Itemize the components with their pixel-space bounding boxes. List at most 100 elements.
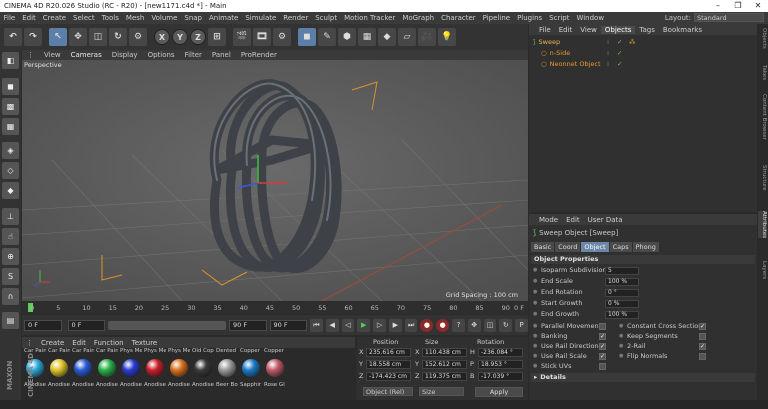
material-swatch[interactable]: Car Pain Anodise bbox=[96, 348, 118, 398]
size-mode-dropdown[interactable]: Size bbox=[419, 387, 464, 396]
make-editable-icon[interactable]: ◧ bbox=[2, 52, 19, 69]
material-swatch[interactable]: Car Pain Anodise bbox=[72, 348, 94, 398]
tab-coord[interactable]: Coord bbox=[555, 242, 581, 252]
workplane-icon[interactable]: ▦ bbox=[2, 118, 19, 135]
rotation-b-field[interactable]: -17.039 ° bbox=[478, 372, 523, 381]
pen-spline-icon[interactable]: ✎ bbox=[318, 28, 336, 46]
scale-tool-icon[interactable]: ◫ bbox=[89, 28, 107, 46]
subdivision-icon[interactable]: ⬢ bbox=[338, 28, 356, 46]
object-menu-view[interactable]: View bbox=[576, 26, 601, 34]
object-menu-objects[interactable]: Objects bbox=[600, 25, 636, 34]
position-x-field[interactable]: 235.616 cm bbox=[366, 348, 411, 357]
side-tab-objects[interactable]: Objects bbox=[758, 28, 767, 49]
layout-dropdown[interactable]: Standard bbox=[694, 13, 764, 22]
property-end-rotation-field[interactable]: 0 ° bbox=[605, 289, 639, 297]
property-animation-dot[interactable]: ● bbox=[533, 352, 537, 361]
material-swatch[interactable]: Copper Rose Gl bbox=[264, 348, 286, 398]
size-x-field[interactable]: 110.438 cm bbox=[422, 348, 467, 357]
model-mode-icon[interactable]: ◼ bbox=[2, 78, 19, 95]
menu-plugins[interactable]: Plugins bbox=[514, 12, 546, 24]
x-axis-button[interactable]: X bbox=[154, 29, 170, 45]
move-tool-icon[interactable]: ✥ bbox=[69, 28, 87, 46]
parameter-key-icon[interactable]: P bbox=[515, 318, 528, 332]
preview-end-field[interactable]: 90 F bbox=[269, 319, 308, 331]
checkbox-banking[interactable]: ✓ bbox=[599, 333, 606, 340]
go-to-end-icon[interactable]: ⏭ bbox=[404, 318, 418, 332]
light-icon[interactable]: 💡 bbox=[438, 28, 456, 46]
size-y-field[interactable]: 152.612 cm bbox=[422, 360, 467, 369]
checkbox-stick-uvs[interactable] bbox=[599, 363, 606, 370]
property-animation-dot[interactable]: ● bbox=[619, 322, 623, 331]
position-y-field[interactable]: 18.558 cm bbox=[366, 360, 411, 369]
side-tab-layers[interactable]: Layers bbox=[758, 261, 767, 279]
material-swatch[interactable]: Phys Me Anodise bbox=[120, 348, 142, 398]
property-animation-dot[interactable]: ● bbox=[533, 277, 537, 286]
object-menu-file[interactable]: File bbox=[535, 26, 555, 34]
checkbox-keep-segments[interactable] bbox=[699, 333, 706, 340]
close-button[interactable]: ✕ bbox=[748, 0, 768, 12]
details-section[interactable]: ▸ Details bbox=[531, 373, 755, 382]
material-grip-icon[interactable]: ⋮ bbox=[22, 339, 37, 347]
visibility-toggle-icon[interactable]: ⁞ bbox=[607, 59, 609, 70]
menu-file[interactable]: File bbox=[0, 12, 19, 24]
viewport[interactable]: Perspective Grid Spacing : 100 cm bbox=[22, 60, 528, 301]
previous-key-icon[interactable]: ◀ bbox=[325, 318, 339, 332]
visibility-toggle-icon[interactable]: ⁞ bbox=[607, 37, 609, 48]
menu-snap[interactable]: Snap bbox=[181, 12, 206, 24]
texture-mode-icon[interactable]: ▩ bbox=[2, 98, 19, 115]
points-mode-icon[interactable]: ◈ bbox=[2, 142, 19, 159]
menu-create[interactable]: Create bbox=[39, 12, 69, 24]
attribute-menu-mode[interactable]: Mode bbox=[535, 216, 562, 224]
edges-mode-icon[interactable]: ◇ bbox=[2, 162, 19, 179]
enabled-check-icon[interactable]: ✓ bbox=[617, 48, 622, 59]
checkbox-flip-normals[interactable] bbox=[699, 353, 706, 360]
camera-icon[interactable]: 🎥 bbox=[418, 28, 436, 46]
next-key-icon[interactable]: ▶ bbox=[388, 318, 402, 332]
visibility-toggle-icon[interactable]: ⁞ bbox=[607, 48, 609, 59]
property-animation-dot[interactable]: ● bbox=[533, 322, 537, 331]
menu-pipeline[interactable]: Pipeline bbox=[479, 12, 513, 24]
menu-animate[interactable]: Animate bbox=[206, 12, 242, 24]
property-animation-dot[interactable]: ● bbox=[533, 310, 537, 319]
object-menu-edit[interactable]: Edit bbox=[555, 26, 577, 34]
keyframe-selection-icon[interactable]: ? bbox=[452, 318, 465, 332]
attribute-menu-edit[interactable]: Edit bbox=[562, 216, 584, 224]
next-frame-icon[interactable]: ▷ bbox=[373, 318, 386, 332]
go-to-start-icon[interactable]: ⏮ bbox=[310, 318, 323, 332]
record-active-icon[interactable]: ● bbox=[420, 318, 434, 332]
position-z-field[interactable]: -174.423 cm bbox=[366, 372, 411, 381]
property-end-growth-field[interactable]: 100 % bbox=[605, 311, 639, 319]
rotation-h-field[interactable]: -236.084 ° bbox=[478, 348, 523, 357]
object-row[interactable]: ⟆ Sweep ⁞ ✓ ⁂ bbox=[531, 37, 755, 48]
menu-script[interactable]: Script bbox=[546, 12, 573, 24]
viewport-menu-filter[interactable]: Filter bbox=[180, 50, 207, 60]
property-animation-dot[interactable]: ● bbox=[533, 288, 537, 297]
scale-key-icon[interactable]: ◫ bbox=[483, 318, 497, 332]
polygons-mode-icon[interactable]: ◆ bbox=[2, 182, 19, 199]
z-axis-button[interactable]: Z bbox=[190, 29, 206, 45]
recent-tools-icon[interactable]: ⚙ bbox=[129, 28, 147, 46]
object-menu-tags[interactable]: Tags bbox=[635, 26, 659, 34]
autokey-icon[interactable]: ● bbox=[436, 318, 450, 332]
play-icon[interactable]: ▶ bbox=[357, 318, 371, 332]
attribute-menu-user-data[interactable]: User Data bbox=[584, 216, 627, 224]
material-swatch[interactable]: Car Pain Anodise bbox=[48, 348, 70, 398]
material-swatch[interactable]: Phys Me Anodise bbox=[168, 348, 190, 398]
snap-icon[interactable]: ⊕ bbox=[2, 248, 19, 265]
viewport-menu-cameras[interactable]: Cameras bbox=[66, 50, 107, 60]
property-start-growth-field[interactable]: 0 % bbox=[605, 300, 639, 308]
menu-render[interactable]: Render bbox=[280, 12, 312, 24]
rotate-tool-icon[interactable]: ↻ bbox=[109, 28, 127, 46]
menu-tools[interactable]: Tools bbox=[98, 12, 122, 24]
tab-object[interactable]: Object bbox=[581, 242, 609, 252]
menu-sculpt[interactable]: Sculpt bbox=[312, 12, 341, 24]
checkbox-constant-cross-section[interactable]: ✓ bbox=[699, 323, 706, 330]
checkbox-2-rail[interactable]: ✓ bbox=[699, 343, 706, 350]
end-frame-field[interactable]: 90 F bbox=[229, 319, 267, 331]
material-menu-edit[interactable]: Edit bbox=[68, 339, 90, 347]
cube-icon[interactable]: ◼ bbox=[298, 28, 316, 46]
tab-phong[interactable]: Phong bbox=[632, 242, 659, 252]
checkbox-use-rail-scale[interactable]: ✓ bbox=[599, 353, 606, 360]
object-properties-section[interactable]: Object Properties bbox=[531, 255, 755, 264]
deformer-icon[interactable]: ◆ bbox=[378, 28, 396, 46]
